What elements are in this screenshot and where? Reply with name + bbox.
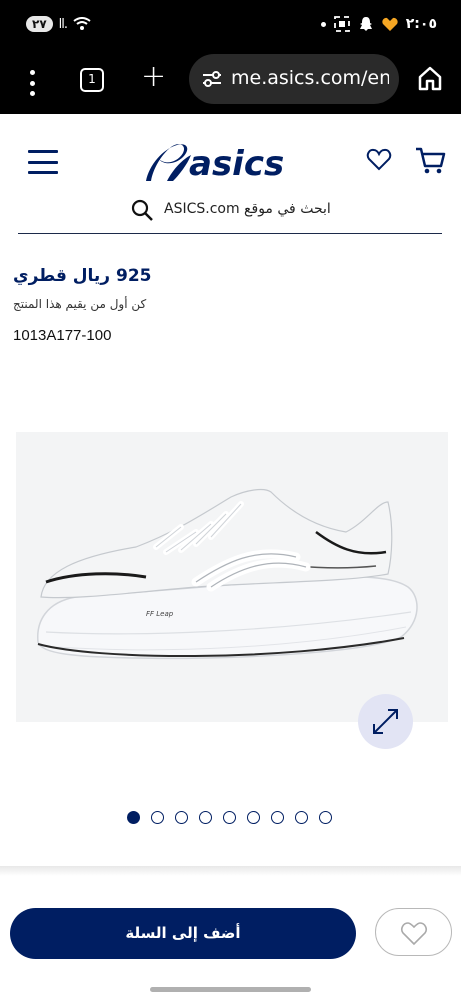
shoe-image: FF Leap — [37, 488, 418, 660]
image-carousel-dots — [127, 811, 332, 824]
clock: ٢:٠٥ — [405, 16, 437, 32]
bottom-action-bar: أضف إلى السلة — [0, 876, 461, 1000]
signal-icon: ll. — [58, 16, 68, 32]
home-icon[interactable] — [417, 65, 443, 91]
search-bar[interactable]: ابحث في موقع ASICS.com — [18, 194, 442, 234]
carousel-dot[interactable] — [295, 811, 308, 824]
carousel-dot[interactable] — [151, 811, 164, 824]
gesture-bar — [150, 987, 311, 992]
carousel-dot[interactable] — [319, 811, 332, 824]
status-bar: ٢٧ ll. ٢:٠٥ — [0, 0, 461, 52]
carousel-dot[interactable] — [247, 811, 260, 824]
menu-icon[interactable] — [28, 150, 58, 174]
wifi-icon — [73, 17, 91, 30]
tab-switcher-button[interactable]: 1 — [80, 68, 104, 92]
screenshot-icon — [333, 16, 350, 32]
wishlist-icon[interactable] — [366, 146, 392, 172]
bottom-bar-shadow — [0, 866, 461, 876]
heart-icon — [401, 922, 427, 946]
search-placeholder[interactable]: ابحث في موقع ASICS.com — [164, 201, 331, 217]
add-to-wishlist-button[interactable] — [375, 908, 452, 956]
notification-dot — [320, 21, 326, 27]
site-header: asics ابحث في موقع ASICS.com — [0, 114, 461, 239]
svg-text:asics: asics — [189, 144, 284, 184]
product-sku: 1013A177-100 — [13, 327, 112, 344]
snapchat-icon — [359, 17, 372, 31]
carousel-dot[interactable] — [271, 811, 284, 824]
carousel-dot[interactable] — [127, 811, 140, 824]
site-settings-icon[interactable] — [201, 68, 223, 90]
add-to-cart-button[interactable]: أضف إلى السلة — [10, 908, 356, 959]
carousel-dot[interactable] — [223, 811, 236, 824]
expand-icon — [373, 709, 398, 734]
product-image[interactable]: FF Leap — [16, 432, 448, 722]
browser-toolbar: 1 + me.asics.com/en- — [0, 52, 461, 114]
url-text: me.asics.com/en- — [231, 67, 389, 89]
new-tab-button[interactable]: + — [141, 62, 166, 92]
heart-status-icon — [382, 17, 398, 31]
address-bar[interactable]: me.asics.com/en- — [189, 54, 399, 104]
asics-logo[interactable]: asics — [143, 135, 291, 187]
carousel-dot[interactable] — [175, 811, 188, 824]
search-icon[interactable] — [130, 198, 154, 222]
expand-image-button[interactable] — [358, 694, 413, 749]
product-price: 925 ريال قطري — [13, 266, 152, 286]
browser-menu-icon[interactable] — [22, 70, 42, 96]
rating-prompt-link[interactable]: كن أول من يقيم هذا المنتج — [13, 297, 146, 311]
ffleap-label: FF Leap — [146, 610, 174, 618]
carousel-dot[interactable] — [199, 811, 212, 824]
notification-badge: ٢٧ — [26, 16, 53, 32]
cart-icon[interactable] — [414, 144, 446, 176]
